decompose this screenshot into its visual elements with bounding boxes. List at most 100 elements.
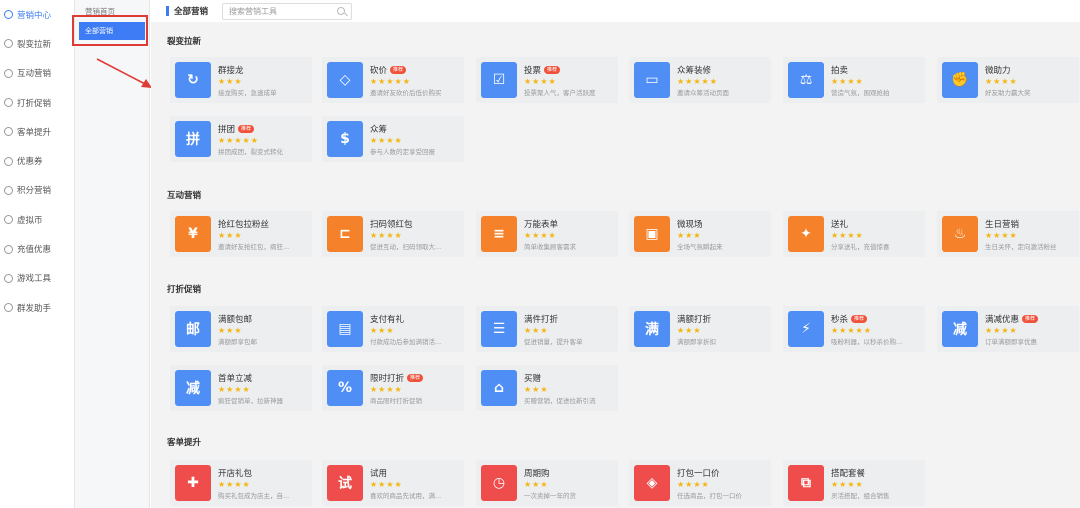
roller-icon: ▭ bbox=[634, 62, 670, 98]
menu-icon bbox=[4, 273, 13, 283]
clock-icon: ◷ bbox=[481, 465, 517, 501]
sidebar-item[interactable]: 裂变拉新 bbox=[0, 29, 74, 58]
search-input[interactable]: 搜索营销工具 bbox=[222, 2, 353, 20]
card-description: 接龙购买，急速成单 bbox=[218, 88, 277, 97]
card-description: 简单收集顾客需求 bbox=[524, 242, 576, 251]
form-icon: ≡ bbox=[481, 216, 517, 252]
star-rating: ★★★★ bbox=[218, 384, 251, 394]
menu-icon bbox=[4, 215, 13, 225]
tool-card[interactable]: ▭ 众筹装修 ★★★★★ 邀请众筹活动页面 bbox=[629, 57, 771, 103]
tool-card[interactable]: ≡ 万能表单 ★★★★ 简单收集顾客需求 bbox=[476, 211, 618, 257]
tool-card[interactable]: ▤ 支付有礼 ★★★ 付款成功后参加满销活... bbox=[322, 306, 464, 352]
tool-card[interactable]: 邮满额包邮 ★★★ 满额即享包邮 bbox=[170, 306, 312, 352]
card-body: 微助力 ★★★★ 好友助力赢大奖 bbox=[985, 64, 1031, 97]
card-title: 搭配套餐 bbox=[831, 468, 866, 479]
menu-icon bbox=[4, 68, 13, 78]
tool-card[interactable]: 减首单立减 ★★★★ 疯狂促销单，拉新神器 bbox=[170, 365, 312, 411]
tool-card[interactable]: ⚡ 秒杀 推荐 ★★★★★ 吸粉利器，以秒杀价购... bbox=[783, 306, 925, 352]
cake-icon: ♨ bbox=[942, 216, 978, 252]
dollar-hand-icon: $ bbox=[327, 121, 363, 157]
card-name: 打包一口价 bbox=[677, 467, 742, 479]
tool-card[interactable]: % 限时打折 推荐 ★★★★ 商品限时打折促销 bbox=[322, 365, 464, 411]
card-description: 付款成功后参加满销活... bbox=[370, 337, 442, 346]
card-body: 支付有礼 ★★★ 付款成功后参加满销活... bbox=[370, 313, 441, 346]
tool-card[interactable]: 拼拼团 推荐 ★★★★★ 拼团成团，裂变式转化 bbox=[170, 116, 312, 162]
search-placeholder: 搜索营销工具 bbox=[229, 6, 278, 16]
card-body: 打包一口价 ★★★★ 任选商品，打包一口价 bbox=[677, 467, 742, 500]
card-name: 投票 推荐 bbox=[524, 64, 596, 76]
card-title: 抢红包拉粉丝 bbox=[218, 219, 270, 230]
sidebar-item[interactable]: 打折促销 bbox=[0, 88, 74, 117]
tool-card[interactable]: ✦ 送礼 ★★★★ 分享送礼，充值惊喜 bbox=[783, 211, 925, 257]
sidebar-item[interactable]: 优惠券 bbox=[0, 146, 74, 175]
sidebar-item[interactable]: 充值优惠 bbox=[0, 234, 74, 263]
star-rating: ★★★ bbox=[524, 384, 549, 394]
sidebar-item[interactable]: 积分营销 bbox=[0, 176, 74, 205]
tool-card[interactable]: ◈ 打包一口价 ★★★★ 任选商品，打包一口价 bbox=[629, 460, 771, 506]
card-description: 促进互动，扫码领取大... bbox=[370, 242, 442, 251]
tool-card[interactable]: ◷ 周期购 ★★★ 一次卖掉一年的货 bbox=[476, 460, 618, 506]
tool-card[interactable]: ⚖ 拍卖 ★★★★ 营造气氛，围观抢拍 bbox=[783, 57, 925, 103]
recommend-badge: 推荐 bbox=[390, 65, 407, 74]
tool-card[interactable]: ▣ 微现场 ★★★ 全场气氛瞬起来 bbox=[629, 211, 771, 257]
card-description: 邀请好友抢红包，病狂... bbox=[218, 242, 290, 251]
section-title: 裂变拉新 bbox=[167, 37, 202, 47]
star-rating: ★★★★ bbox=[370, 384, 403, 394]
tool-card[interactable]: ◇ 砍价 推荐 ★★★★★ 邀请好友砍价后低价购买 bbox=[322, 57, 464, 103]
card-description: 全场气氛瞬起来 bbox=[677, 242, 723, 251]
tool-card[interactable]: ⌂ 买赠 ★★★ 买赠营销，促进拉新引流 bbox=[476, 365, 618, 411]
recommend-badge: 推荐 bbox=[851, 314, 868, 323]
card-body: 众筹 ★★★★ 参与人数的定享受回报 bbox=[370, 123, 435, 156]
tool-card[interactable]: $ 众筹 ★★★★ 参与人数的定享受回报 bbox=[322, 116, 464, 162]
combo-icon: ⧉ bbox=[788, 465, 824, 501]
card-description: 灵活搭配，组合销售 bbox=[831, 491, 890, 500]
present-icon: ✚ bbox=[175, 465, 211, 501]
card-name: 拍卖 bbox=[831, 64, 890, 76]
tool-card[interactable]: ⧉ 搭配套餐 ★★★★ 灵活搭配，组合销售 bbox=[783, 460, 925, 506]
tool-card[interactable]: ☑ 投票 推荐 ★★★★ 投票聚人气，客户活跃度 bbox=[476, 57, 618, 103]
card-name: 开店礼包 bbox=[218, 467, 289, 479]
card-title: 满额打折 bbox=[677, 314, 712, 325]
tool-card[interactable]: 满满额打折 ★★★ 满额即享折扣 bbox=[629, 306, 771, 352]
section-title: 客单提升 bbox=[167, 438, 202, 448]
card-title: 满减优惠 bbox=[985, 314, 1020, 325]
card-body: 秒杀 推荐 ★★★★★ 吸粉利器，以秒杀价购... bbox=[831, 313, 902, 346]
card-name: 众筹 bbox=[370, 123, 435, 135]
star-rating: ★★★★★ bbox=[677, 76, 718, 86]
sidebar-item[interactable]: 群发助手 bbox=[0, 293, 74, 322]
tool-card[interactable]: ✚ 开店礼包 ★★★★ 购买礼包成为店主，自... bbox=[170, 460, 312, 506]
annotation-arrow bbox=[96, 58, 152, 88]
tool-card[interactable]: ☰ 满件打折 ★★★ 促进销量，提升客单 bbox=[476, 306, 618, 352]
star-rating: ★★★★ bbox=[370, 135, 403, 145]
tool-card[interactable]: 试试用 ★★★★ 喜欢的商品先试用，满... bbox=[322, 460, 464, 506]
search-icon[interactable] bbox=[337, 7, 346, 15]
sidebar-item[interactable]: 虚拟币 bbox=[0, 205, 74, 234]
card-name: 秒杀 推荐 bbox=[831, 313, 902, 325]
sub-menu-all-marketing[interactable]: 全部营销 bbox=[79, 22, 145, 40]
gift-icon: ✦ bbox=[788, 216, 824, 252]
card-name: 满件打折 bbox=[524, 313, 583, 325]
card-body: 开店礼包 ★★★★ 购买礼包成为店主，自... bbox=[218, 467, 289, 500]
tool-card[interactable]: ¥ 抢红包拉粉丝 ★★★ 邀请好友抢红包，病狂... bbox=[170, 211, 312, 257]
sidebar-item-label: 游戏工具 bbox=[17, 274, 52, 285]
card-description: 生日关怀，定向激活粉丝 bbox=[985, 242, 1057, 251]
tool-card[interactable]: 减满减优惠 推荐 ★★★★ 订单满额即享优惠 bbox=[937, 306, 1079, 352]
percent-icon: % bbox=[327, 370, 363, 406]
sidebar-item[interactable]: 营销中心 bbox=[0, 0, 74, 29]
card-name: 搭配套餐 bbox=[831, 467, 890, 479]
tool-card[interactable]: ♨ 生日营销 ★★★★ 生日关怀，定向激活粉丝 bbox=[937, 211, 1079, 257]
tool-card[interactable]: ✊ 微助力 ★★★★ 好友助力赢大奖 bbox=[937, 57, 1079, 103]
star-rating: ★★★★ bbox=[831, 76, 864, 86]
tool-card[interactable]: ⊏ 扫码领红包 ★★★★ 促进互动，扫码领取大... bbox=[322, 211, 464, 257]
star-rating: ★★★★★ bbox=[218, 135, 259, 145]
card-name: 众筹装修 bbox=[677, 64, 729, 76]
checklist-icon: ☰ bbox=[481, 311, 517, 347]
recommend-badge: 推荐 bbox=[1022, 314, 1039, 323]
card-body: 周期购 ★★★ 一次卖掉一年的货 bbox=[524, 467, 576, 500]
screen-icon: ▣ bbox=[634, 216, 670, 252]
card-description: 吸粉利器，以秒杀价购... bbox=[831, 337, 903, 346]
sidebar-item[interactable]: 游戏工具 bbox=[0, 264, 74, 293]
tool-card[interactable]: ↻ 群接龙 ★★★ 接龙购买，急速成单 bbox=[170, 57, 312, 103]
sidebar-item[interactable]: 互动营销 bbox=[0, 59, 74, 88]
sidebar-item[interactable]: 客单提升 bbox=[0, 117, 74, 146]
